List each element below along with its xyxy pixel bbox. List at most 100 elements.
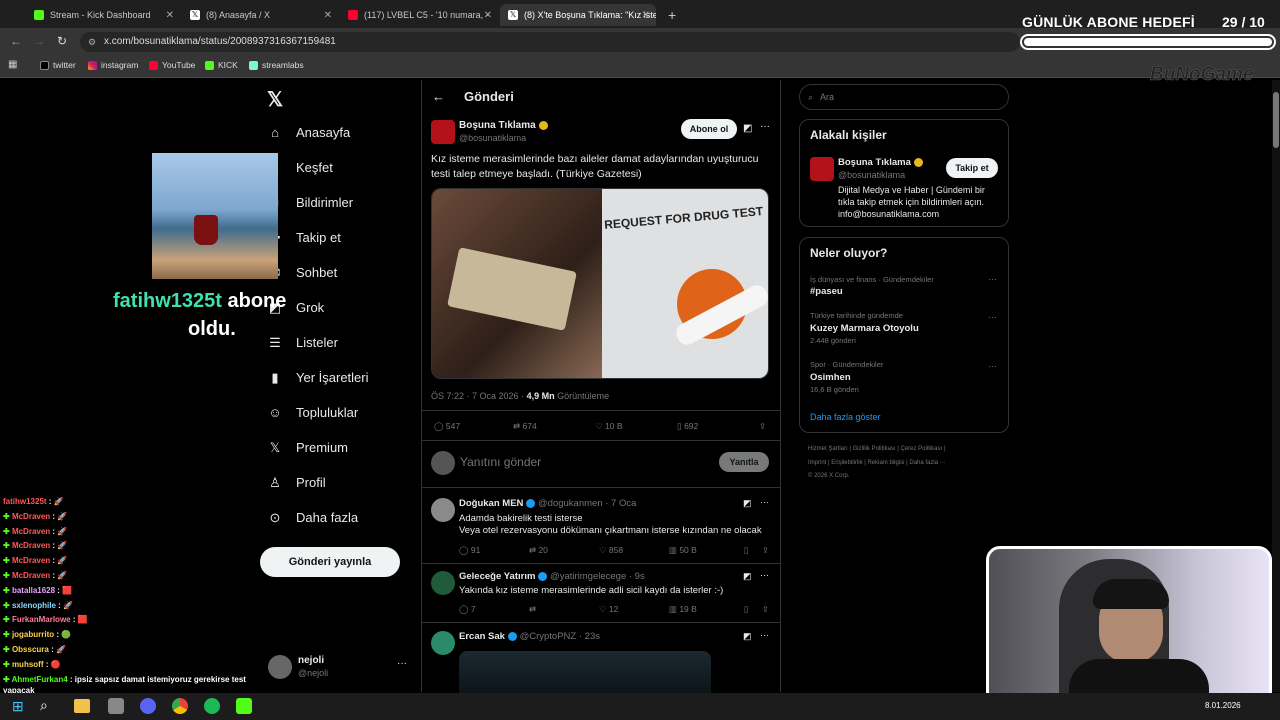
bookmark-icon[interactable]: ▯ — [744, 545, 762, 556]
chat-username[interactable]: jogaburrito — [12, 630, 54, 639]
follow-button[interactable]: Takip et — [946, 158, 998, 178]
share-icon[interactable]: ⇪ — [762, 604, 769, 615]
chat-username[interactable]: McDraven — [12, 527, 50, 536]
close-icon[interactable]: ✕ — [484, 10, 492, 21]
chat-username[interactable]: FurkanMarlowe — [12, 615, 71, 624]
avatar[interactable] — [810, 157, 834, 181]
nav-notifications[interactable]: ♫Bildirimler — [268, 195, 353, 210]
grok-icon[interactable]: ◩ — [743, 123, 752, 134]
search-icon[interactable]: ⌕ — [40, 697, 48, 714]
back-icon[interactable]: ← — [432, 89, 445, 104]
site-info-icon[interactable]: ⚙ — [88, 32, 96, 52]
bookmark-kick[interactable]: KICK — [205, 60, 238, 70]
close-icon[interactable]: ✕ — [324, 10, 332, 21]
nav-more[interactable]: ⊙ Daha fazla — [268, 510, 359, 525]
new-tab-button[interactable]: + — [660, 4, 680, 26]
more-icon[interactable]: ··· — [760, 121, 770, 132]
chat-username[interactable]: McDraven — [12, 556, 50, 565]
more-icon[interactable]: ··· — [760, 497, 769, 507]
more-icon[interactable]: ··· — [760, 570, 769, 580]
tab-x-post[interactable]: 𝕏 (8) X'te Boşuna Tıklama: "Kız iste ✕ — [500, 4, 656, 26]
more-icon[interactable]: ··· — [760, 630, 769, 640]
grok-icon[interactable]: ◩ — [743, 498, 752, 509]
reply-action[interactable]: ◯ 91 — [459, 545, 529, 556]
post-image[interactable]: REQUEST FOR DRUG TEST — [431, 188, 769, 379]
nav-follow[interactable]: ✚Takip et — [268, 230, 341, 245]
show-more-link[interactable]: Daha fazla göster — [810, 412, 881, 422]
chrome-icon[interactable] — [172, 698, 188, 714]
footer-links[interactable]: Imprint | Erişilebilirlik | Reklam bilgi… — [808, 460, 946, 466]
views-action[interactable]: ▥ 19 B — [669, 604, 744, 615]
like-action[interactable]: ♡ 858 — [599, 545, 669, 556]
avatar[interactable] — [431, 571, 455, 595]
more-icon[interactable]: ··· — [988, 361, 997, 371]
chat-username[interactable]: McDraven — [12, 512, 50, 521]
footer-links[interactable]: Hizmet Şartları | Gizlilik Politikası | … — [808, 446, 945, 452]
author-avatar[interactable] — [431, 120, 455, 144]
chat-username[interactable]: McDraven — [12, 571, 50, 580]
chat-username[interactable]: sxlenophile — [12, 601, 56, 610]
more-icon[interactable]: ··· — [988, 274, 997, 284]
like-action[interactable]: ♡ 10 B — [595, 421, 677, 432]
bookmark-twitter[interactable]: twitter — [40, 60, 76, 70]
share-icon[interactable]: ⇪ — [762, 545, 769, 556]
chat-username[interactable]: batalla1628 — [12, 586, 55, 595]
views-action[interactable]: ▥ 50 B — [669, 545, 744, 556]
reload-icon[interactable]: ↻ — [57, 34, 67, 48]
bookmark-streamlabs[interactable]: streamlabs — [249, 60, 304, 70]
x-logo-icon[interactable]: 𝕏 — [267, 87, 283, 112]
nav-premium[interactable]: 𝕏 Premium — [268, 440, 348, 455]
windows-start-icon[interactable]: ⊞ — [12, 698, 24, 715]
tab-x-home[interactable]: 𝕏 (8) Anasayfa / X ✕ — [182, 4, 338, 26]
bookmark-instagram[interactable]: instagram — [88, 60, 138, 70]
tab-kick-dashboard[interactable]: Stream - Kick Dashboard ✕ — [26, 4, 180, 26]
post-button[interactable]: Gönderi yayınla — [260, 547, 400, 577]
app-icon[interactable] — [108, 698, 124, 714]
avatar[interactable] — [431, 631, 455, 655]
rel-name[interactable]: Boşuna Tıklama — [838, 157, 923, 168]
discord-icon[interactable] — [140, 698, 156, 714]
apps-icon[interactable]: ▦ — [8, 59, 17, 70]
close-icon[interactable]: ✕ — [166, 10, 174, 21]
chat-username[interactable]: fatihw1325t — [3, 497, 47, 506]
reply-input[interactable]: Yanıtını gönder — [460, 455, 541, 469]
subscribe-button[interactable]: Abone ol — [681, 119, 737, 139]
repost-action[interactable]: ⇄ — [529, 604, 599, 615]
back-icon[interactable]: ← — [10, 34, 22, 48]
url-bar[interactable]: ⚙ x.com/bosunatiklama/status/200893731636… — [80, 32, 1020, 52]
repost-action[interactable]: ⇄ 20 — [529, 545, 599, 556]
reply-action[interactable]: ◯ 7 — [459, 604, 529, 615]
share-icon[interactable]: ⇪ — [759, 421, 766, 432]
author-name[interactable]: Boşuna Tıklama — [459, 120, 548, 131]
trend-topic[interactable]: Osimhen — [810, 372, 851, 383]
chat-username[interactable]: Obsscura — [12, 645, 49, 654]
bookmark-action[interactable]: ▯ 692 — [677, 421, 759, 432]
file-explorer-icon[interactable] — [74, 699, 90, 713]
nav-profile[interactable]: ♙ Profil — [268, 475, 325, 490]
tab-youtube[interactable]: (117) LVBEL C5 - '10 numara, - ✕ — [340, 4, 498, 26]
kick-icon[interactable] — [236, 698, 252, 714]
nav-chat[interactable]: ✉Sohbet — [268, 265, 338, 280]
trend-topic[interactable]: #paseu — [810, 286, 843, 297]
grok-icon[interactable]: ◩ — [743, 571, 752, 582]
nav-home[interactable]: ⌂ Anasayfa — [268, 125, 350, 140]
reply-action[interactable]: ◯ 547 — [434, 421, 513, 432]
chat-username[interactable]: McDraven — [12, 541, 50, 550]
chat-username[interactable]: AhmetFurkan4 — [12, 675, 68, 684]
reply-button[interactable]: Yanıtla — [719, 452, 769, 472]
close-icon[interactable]: ✕ — [642, 10, 650, 21]
spotify-icon[interactable] — [204, 698, 220, 714]
reply-media[interactable] — [459, 651, 711, 693]
grok-icon[interactable]: ◩ — [743, 631, 752, 642]
forward-icon[interactable]: → — [33, 34, 45, 48]
bookmark-youtube[interactable]: YouTube — [149, 60, 195, 70]
nav-communities[interactable]: ☺ Topluluklar — [268, 405, 358, 420]
like-action[interactable]: ♡ 12 — [599, 604, 669, 615]
more-icon[interactable]: ··· — [988, 312, 997, 322]
trend-topic[interactable]: Kuzey Marmara Otoyolu — [810, 323, 919, 334]
avatar[interactable] — [431, 498, 455, 522]
nav-bookmarks[interactable]: ▮ Yer İşaretleri — [268, 370, 368, 385]
repost-action[interactable]: ⇄ 674 — [513, 421, 595, 432]
scrollbar[interactable] — [1272, 80, 1280, 692]
bookmark-icon[interactable]: ▯ — [744, 604, 762, 615]
